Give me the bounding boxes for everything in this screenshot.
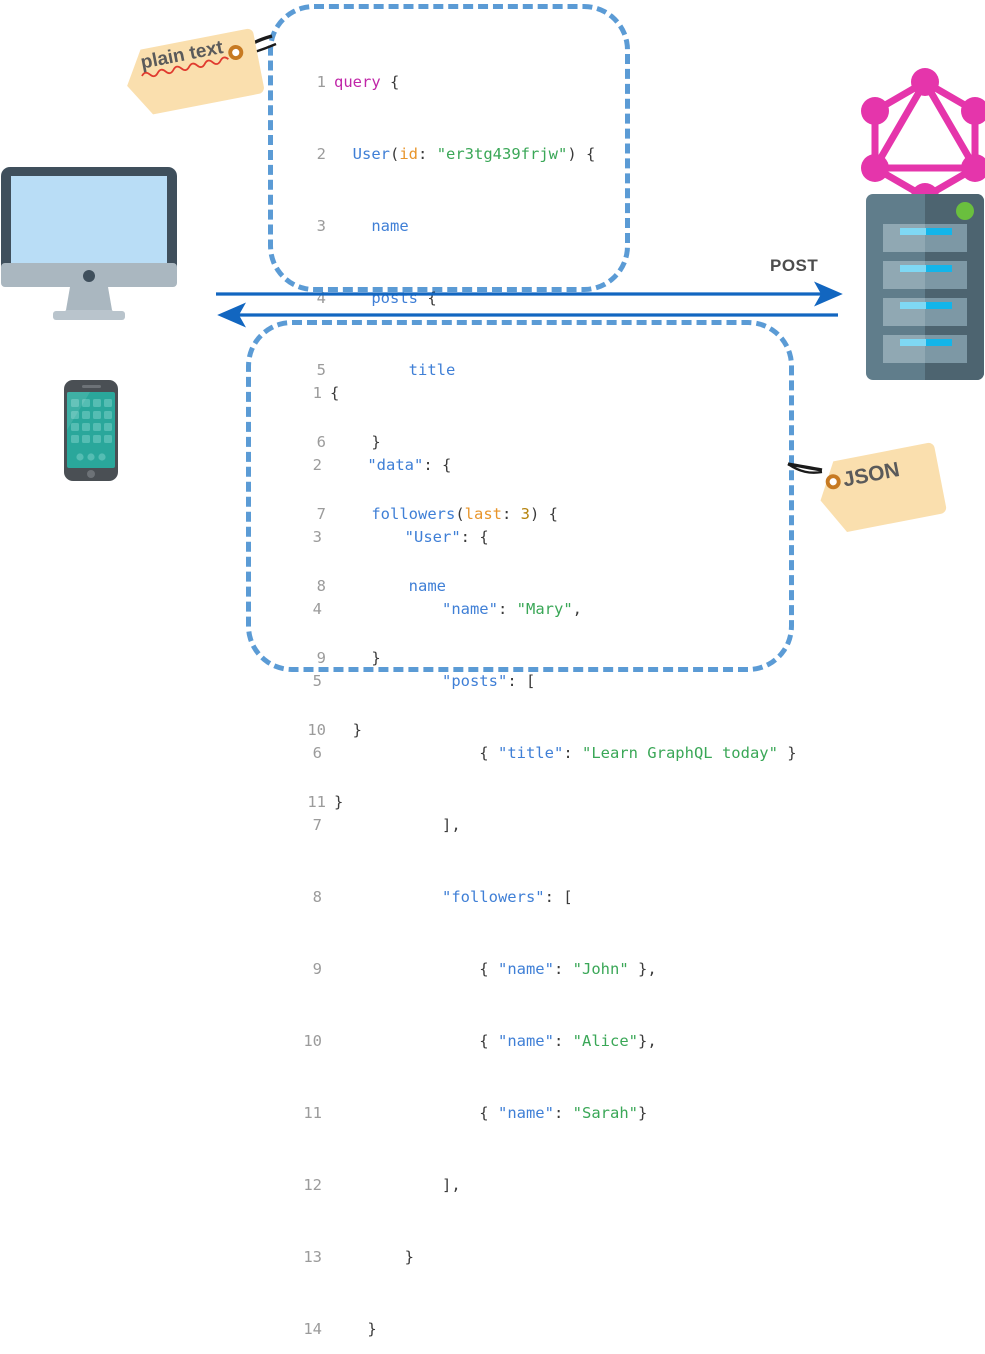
code-line: 2 User(id: "er3tg439frjw") { [300,142,596,166]
code-line: 10 { "name": "Alice"}, [296,1029,797,1053]
code-line: 2 "data": { [296,453,797,477]
line-number: 4 [316,289,326,307]
line-number: 5 [312,672,322,690]
mobile-phone-icon [64,380,118,481]
line-number: 3 [312,528,322,546]
line-number: 6 [312,744,322,762]
code-line: 1{ [296,381,797,405]
plain-text-tag-string [234,34,273,59]
code-line: 4 "name": "Mary", [296,597,797,621]
code-line: 9 { "name": "John" }, [296,957,797,981]
line-number: 7 [312,816,322,834]
line-number: 10 [303,1032,322,1050]
line-number: 2 [316,145,326,163]
server-slot [883,261,967,289]
code-line: 6 { "title": "Learn GraphQL today" } [296,741,797,765]
line-number: 3 [316,217,326,235]
plain-text-tag-label: plain text [139,37,225,74]
code-line: 7 ], [296,813,797,837]
line-number: 8 [312,888,322,906]
server-slot [883,298,967,326]
code-line: 4 posts { [300,286,595,310]
code-line: 3 "User": { [296,525,797,549]
line-number: 4 [312,600,322,618]
line-number: 11 [303,1104,322,1122]
code-line: 5 "posts": [ [296,669,797,693]
graphql-logo-icon [861,68,985,211]
line-number: 1 [312,384,322,402]
json-response-code[interactable]: 1{ 2 "data": { 3 "User": { 4 "name": "Ma… [296,333,797,1354]
code-line: 8 "followers": [ [296,885,797,909]
server-slot [883,335,967,363]
json-tag [820,442,947,533]
code-line: 12 ], [296,1173,797,1197]
diagram-canvas: 1 query { 2 User(id: "er3tg439frjw") { 3 … [0,0,985,1338]
server-slot [883,224,967,252]
line-number: 13 [303,1248,322,1266]
code-line: 13 } [296,1245,797,1269]
desktop-monitor-icon [1,167,177,320]
code-line: 1 query { [300,70,595,94]
json-tag-label: JSON [841,458,902,492]
code-line: 3 name [300,214,595,238]
line-number: 14 [303,1320,322,1338]
line-number: 2 [312,456,322,474]
line-number: 1 [316,73,326,91]
code-line: 14 } [296,1317,797,1341]
server-icon [866,194,984,380]
code-line: 11 { "name": "Sarah"} [296,1101,797,1125]
status-online-dot-icon [956,202,974,220]
post-method-label: POST [770,256,819,275]
line-number: 12 [303,1176,322,1194]
line-number: 9 [312,960,322,978]
